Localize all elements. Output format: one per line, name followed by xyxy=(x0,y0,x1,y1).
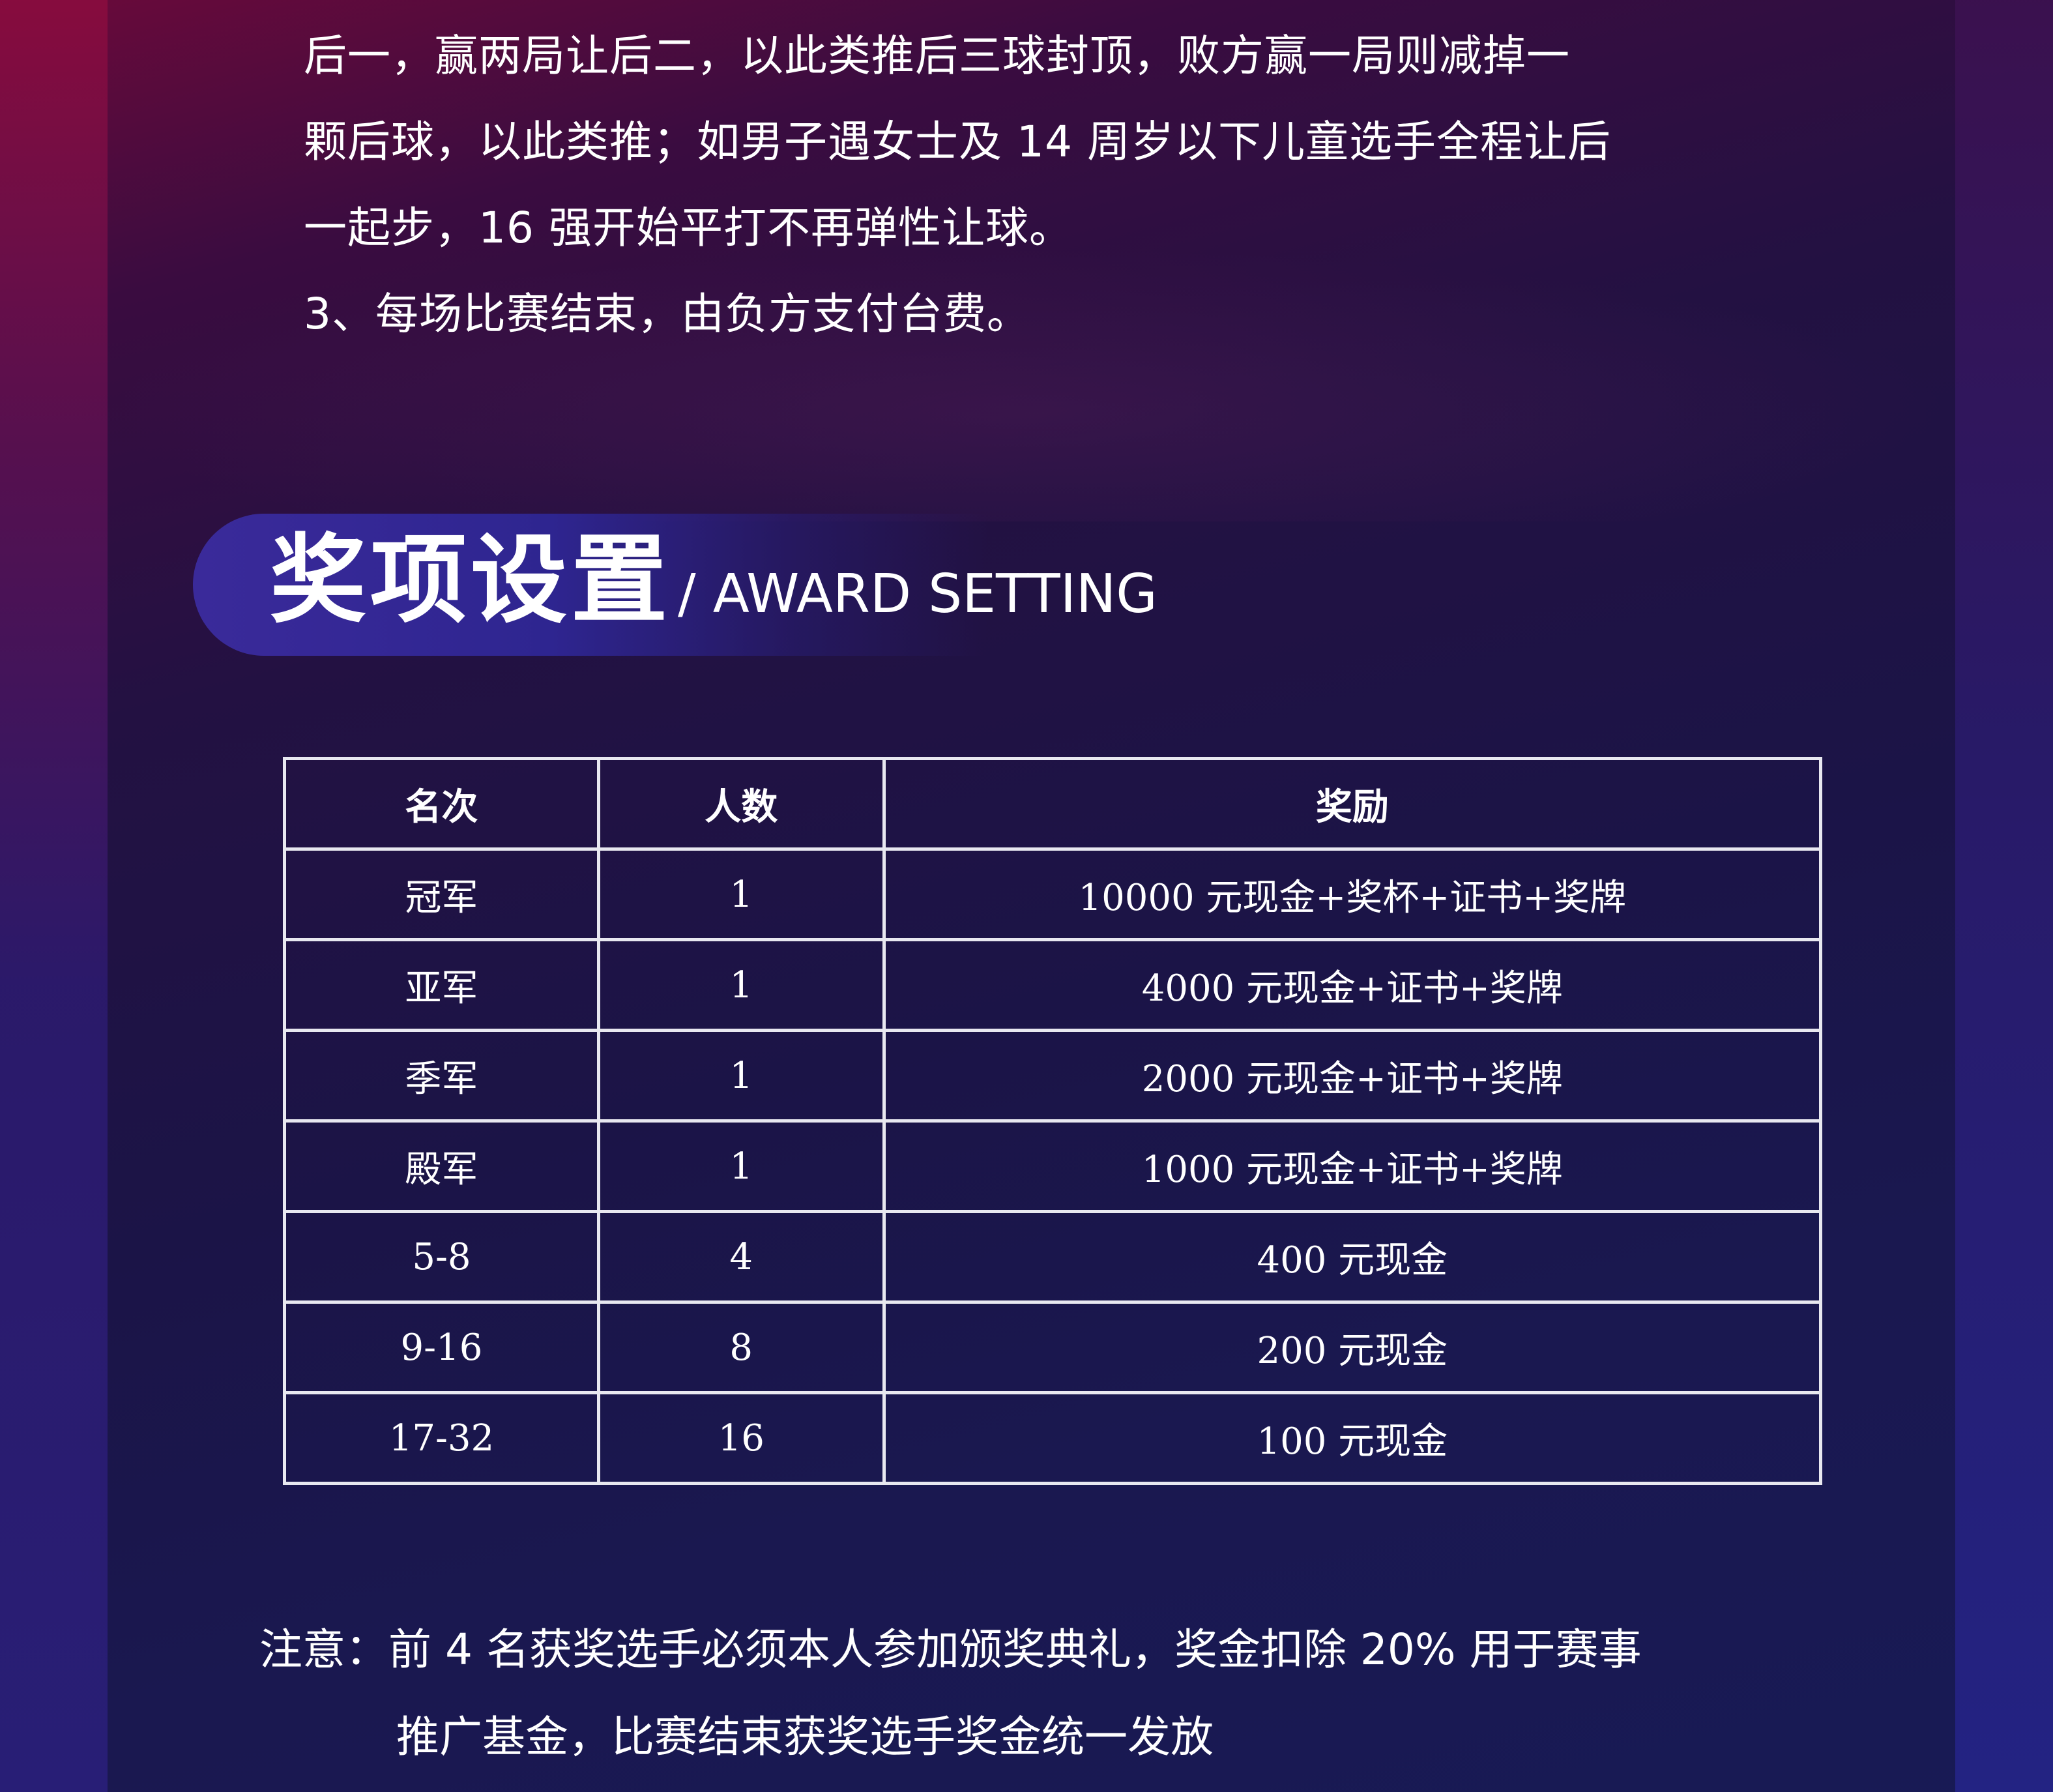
table-row: 冠军 1 10000 元现金+奖杯+证书+奖牌 xyxy=(283,847,1823,941)
reward-cell: 2000 元现金+证书+奖牌 xyxy=(882,1029,1823,1123)
count-cell: 1 xyxy=(596,847,886,941)
rank-cell: 殿军 xyxy=(283,1119,600,1213)
rank-cell: 17-32 xyxy=(283,1391,600,1485)
count-cell: 16 xyxy=(596,1391,886,1485)
table-row: 5-8 4 400 元现金 xyxy=(283,1210,1823,1304)
rules-line-2: 颗后球，以此类推；如男子遇女士及 14 周岁以下儿童选手全程让后 xyxy=(304,117,1611,167)
award-table: 名次 人数 奖励 冠军 1 10000 元现金+奖杯+证书+奖牌 亚军 1 40… xyxy=(283,757,1823,1485)
count-cell: 1 xyxy=(596,1029,886,1123)
count-cell: 4 xyxy=(596,1210,886,1304)
rank-cell: 9-16 xyxy=(283,1300,600,1394)
reward-cell: 100 元现金 xyxy=(882,1391,1823,1485)
notice-line-2: 推广基金，比赛结束获奖选手奖金统一发放 xyxy=(396,1712,1214,1762)
rules-paragraph: 后一，赢两局让后二，以此类推后三球封顶，败方赢一局则减掉一 颗后球，以此类推；如… xyxy=(304,13,1803,357)
header-count: 人数 xyxy=(596,757,886,851)
count-cell: 1 xyxy=(596,938,886,1032)
header-rank: 名次 xyxy=(283,757,600,851)
table-header-row: 名次 人数 奖励 xyxy=(283,757,1823,851)
notice-paragraph: 注意：前 4 名获奖选手必须本人参加颁奖典礼，奖金扣除 20% 用于赛事 推广基… xyxy=(259,1606,1837,1781)
header-reward: 奖励 xyxy=(882,757,1823,851)
rank-cell: 冠军 xyxy=(283,847,600,941)
table-row: 17-32 16 100 元现金 xyxy=(283,1391,1823,1485)
notice-line-1: 注意：前 4 名获奖选手必须本人参加颁奖典礼，奖金扣除 20% 用于赛事 xyxy=(259,1624,1642,1675)
rules-line-3: 一起步，16 强开始平打不再弹性让球。 xyxy=(304,203,1073,253)
reward-cell: 1000 元现金+证书+奖牌 xyxy=(882,1119,1823,1213)
table-row: 亚军 1 4000 元现金+证书+奖牌 xyxy=(283,938,1823,1032)
rank-cell: 5-8 xyxy=(283,1210,600,1304)
reward-cell: 10000 元现金+奖杯+证书+奖牌 xyxy=(882,847,1823,941)
rank-cell: 季军 xyxy=(283,1029,600,1123)
rules-line-4: 3、每场比赛结束，由负方支付台费。 xyxy=(304,289,1030,339)
table-row: 9-16 8 200 元现金 xyxy=(283,1300,1823,1394)
rank-cell: 亚军 xyxy=(283,938,600,1032)
count-cell: 8 xyxy=(596,1300,886,1394)
section-title: 奖项设置 xyxy=(270,524,671,636)
section-subtitle: / AWARD SETTING xyxy=(678,563,1158,625)
reward-cell: 400 元现金 xyxy=(882,1210,1823,1304)
reward-cell: 4000 元现金+证书+奖牌 xyxy=(882,938,1823,1032)
table-row: 殿军 1 1000 元现金+证书+奖牌 xyxy=(283,1119,1823,1213)
count-cell: 1 xyxy=(596,1119,886,1213)
poster-content: 后一，赢两局让后二，以此类推后三球封顶，败方赢一局则减掉一 颗后球，以此类推；如… xyxy=(0,0,2053,1792)
reward-cell: 200 元现金 xyxy=(882,1300,1823,1394)
rules-line-1: 后一，赢两局让后二，以此类推后三球封顶，败方赢一局则减掉一 xyxy=(304,31,1570,81)
table-row: 季军 1 2000 元现金+证书+奖牌 xyxy=(283,1029,1823,1123)
